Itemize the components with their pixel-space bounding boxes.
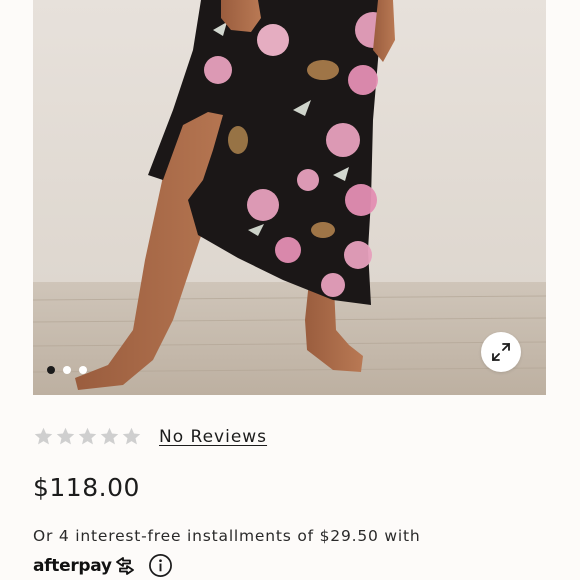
gallery-pagination[interactable]	[47, 366, 87, 374]
afterpay-logo: afterpay	[33, 556, 136, 576]
gallery-dot[interactable]	[79, 366, 87, 374]
gallery-dot[interactable]	[47, 366, 55, 374]
afterpay-wordmark: afterpay	[33, 555, 112, 576]
info-icon[interactable]	[148, 553, 173, 578]
star-icon	[78, 427, 97, 445]
gallery-dot[interactable]	[63, 366, 71, 374]
product-price: $118.00	[33, 473, 140, 502]
star-icon	[100, 427, 119, 445]
installments-text: Or 4 interest-free installments of $29.5…	[33, 527, 421, 545]
star-icon	[56, 427, 75, 445]
expand-arrows-icon	[492, 343, 510, 361]
star-icon	[122, 427, 141, 445]
product-photo-scene	[33, 0, 546, 395]
star-icon	[34, 427, 53, 445]
afterpay-row: afterpay	[33, 553, 173, 578]
reviews-link[interactable]: No Reviews	[159, 427, 267, 447]
product-image[interactable]	[33, 0, 546, 395]
rating-row: No Reviews	[33, 426, 267, 447]
star-rating	[33, 426, 142, 447]
expand-image-button[interactable]	[481, 332, 521, 372]
afterpay-arrows-icon	[115, 556, 134, 575]
